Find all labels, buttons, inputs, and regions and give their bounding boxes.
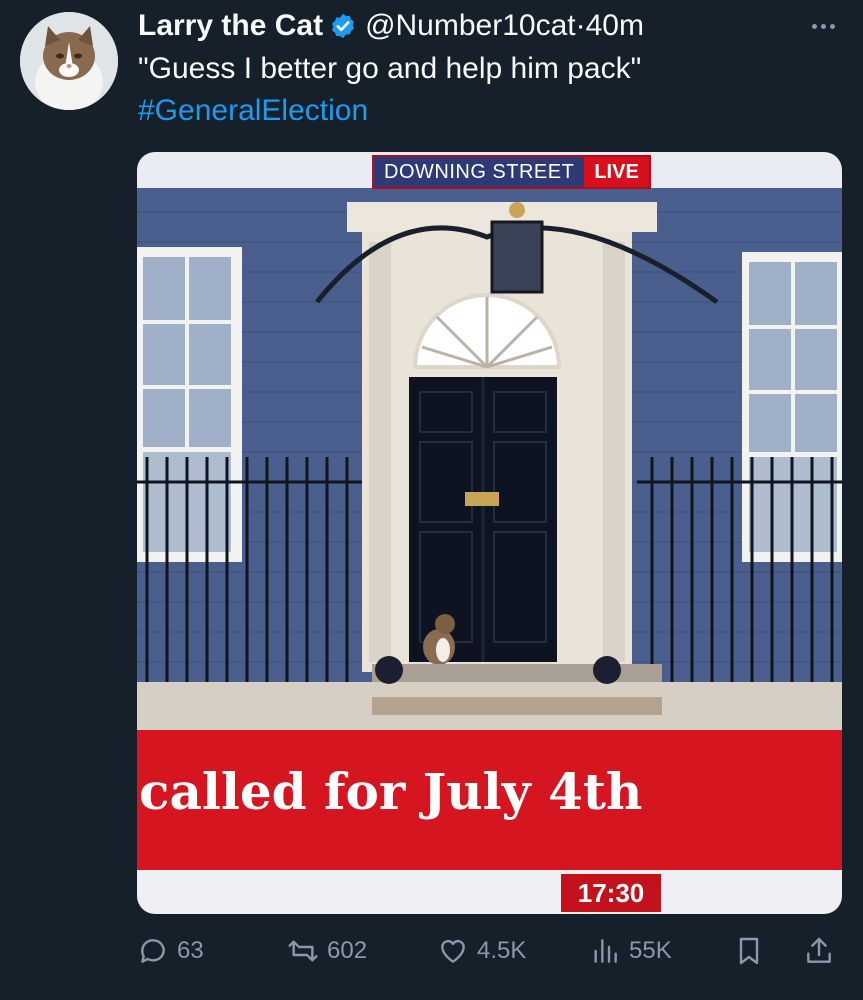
separator-dot: · [575, 9, 586, 42]
live-banner: DOWNING STREET LIVE [372, 155, 651, 189]
author-name[interactable]: Larry the Cat [138, 9, 323, 43]
broadcast-clock: 17:30 [561, 874, 661, 912]
tweet-time[interactable]: 40m [586, 9, 644, 43]
repost-icon [288, 940, 318, 962]
author-row: Larry the Cat @Number10cat · 40m [138, 6, 843, 46]
share-button[interactable] [803, 928, 835, 974]
repost-button[interactable]: 602 [287, 928, 367, 974]
banner-live-badge: LIVE [584, 157, 649, 187]
bookmark-button[interactable] [733, 928, 765, 974]
tweet-body: "Guess I better go and help him pack" [138, 52, 642, 85]
banner-location: DOWNING STREET [374, 157, 585, 187]
like-button[interactable]: 4.5K [437, 928, 526, 974]
heart-icon [441, 939, 465, 963]
views-count: 55K [629, 937, 672, 964]
author-handle[interactable]: @Number10cat [365, 9, 576, 43]
tweet-actions: 63 602 4.5K 55K [137, 928, 843, 974]
views-button[interactable]: 55K [589, 928, 672, 974]
ticker-bottom-bar [137, 870, 842, 914]
views-chart-icon [594, 939, 617, 963]
news-ticker: called for July 4th [137, 730, 842, 870]
cat-avatar-image [20, 12, 118, 110]
reply-button[interactable]: 63 [137, 928, 204, 974]
hashtag-link[interactable]: #GeneralElection [138, 90, 843, 132]
reply-icon [141, 939, 165, 963]
tweet-header: Larry the Cat @Number10cat · 40m "Guess … [138, 6, 843, 132]
bookmark-icon [739, 937, 759, 965]
ticker-text: called for July 4th [139, 762, 643, 821]
tweet-media[interactable]: DOWNING STREET LIVE called for July 4th … [137, 152, 842, 914]
avatar[interactable] [20, 12, 118, 110]
reply-count: 63 [177, 937, 204, 964]
verified-badge-icon [332, 13, 355, 39]
tweet-text: "Guess I better go and help him pack" #G… [138, 48, 843, 132]
like-count: 4.5K [477, 937, 527, 964]
repost-count: 602 [327, 937, 368, 964]
more-dots-icon[interactable] [803, 12, 843, 40]
share-icon [807, 937, 831, 963]
